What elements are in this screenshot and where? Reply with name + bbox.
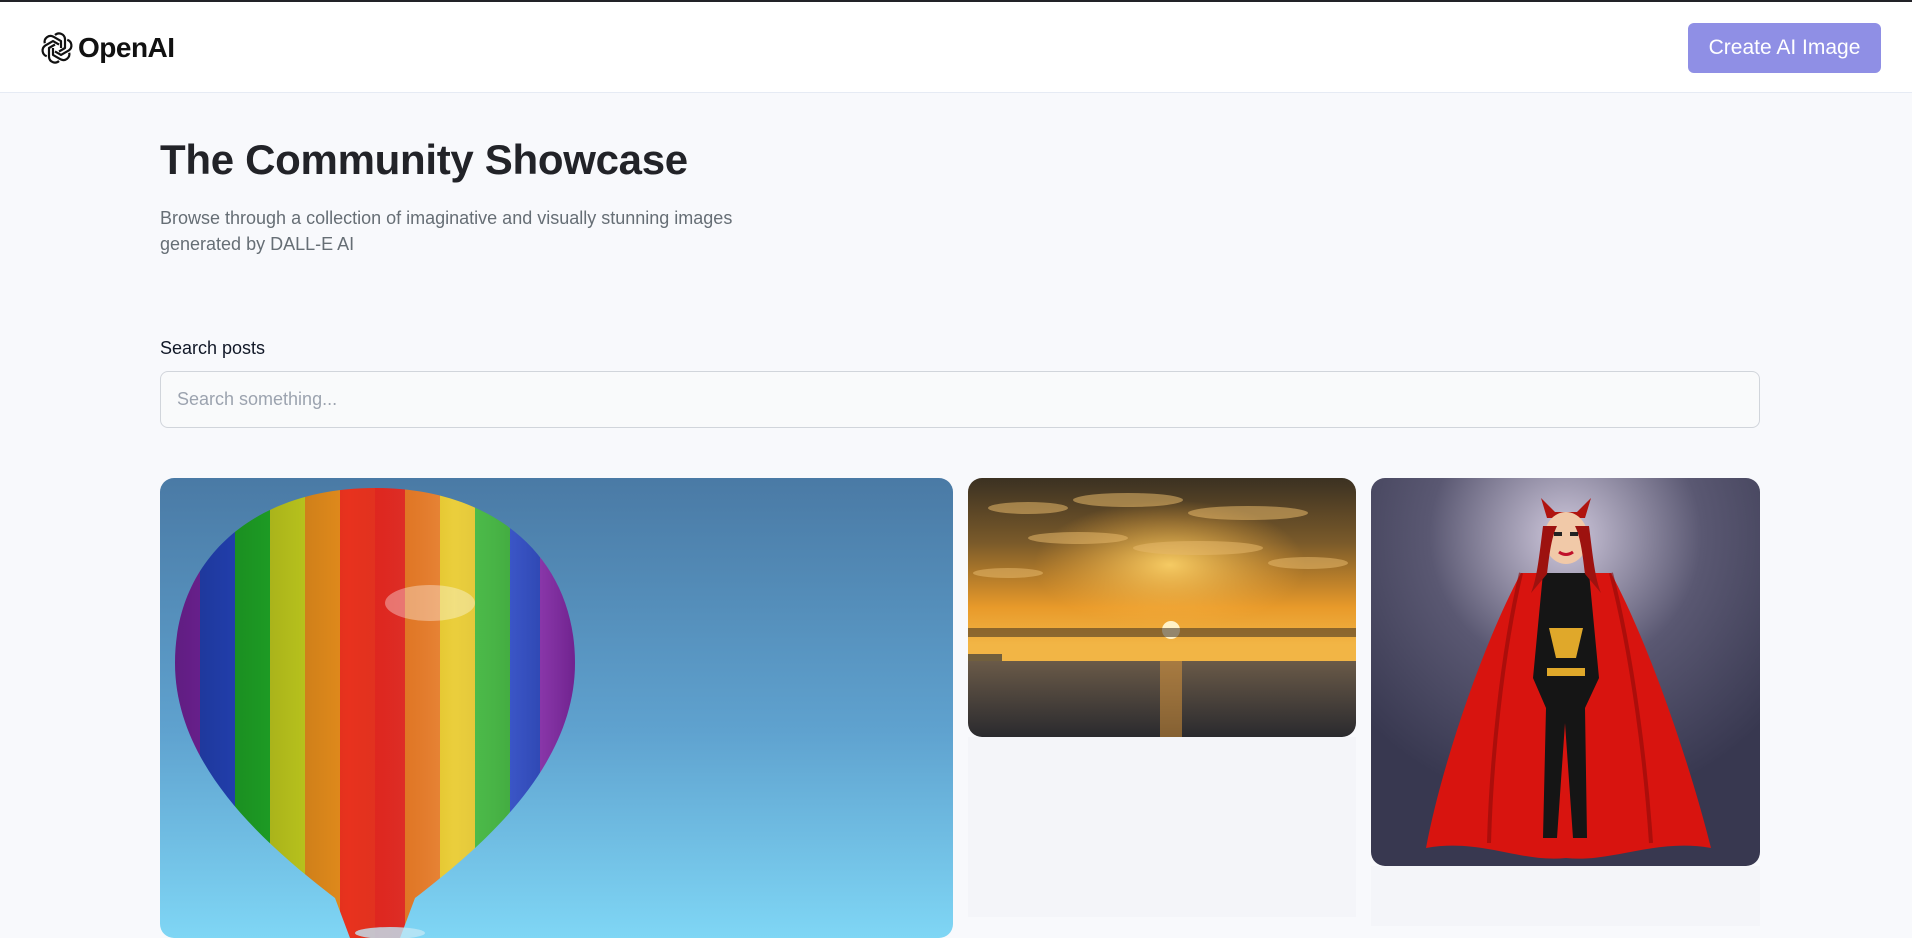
create-ai-image-button[interactable]: Create AI Image	[1688, 23, 1881, 73]
page-title: The Community Showcase	[160, 136, 688, 183]
gallery-card-sunset-footer	[968, 737, 1356, 917]
sunset-over-sea-image	[968, 478, 1356, 737]
search-label: Search posts	[160, 338, 266, 358]
logo-link[interactable]: OpenAI	[40, 30, 175, 66]
cartoon-red-caped-heroine-image	[1371, 478, 1760, 866]
brand-name: OpenAI	[78, 32, 175, 63]
search-input[interactable]	[160, 371, 1760, 428]
page-subtitle: Browse through a collection of imaginati…	[160, 208, 733, 254]
gallery-card-balloon[interactable]	[160, 478, 953, 938]
rainbow-hot-air-balloon-image	[160, 478, 953, 938]
gallery-card-heroine-footer	[1371, 866, 1760, 926]
navbar: OpenAI Create AI Image	[0, 2, 1912, 93]
gallery-card-sunset[interactable]	[968, 478, 1356, 737]
openai-logo-icon	[41, 32, 73, 64]
gallery-card-heroine[interactable]	[1371, 478, 1760, 866]
